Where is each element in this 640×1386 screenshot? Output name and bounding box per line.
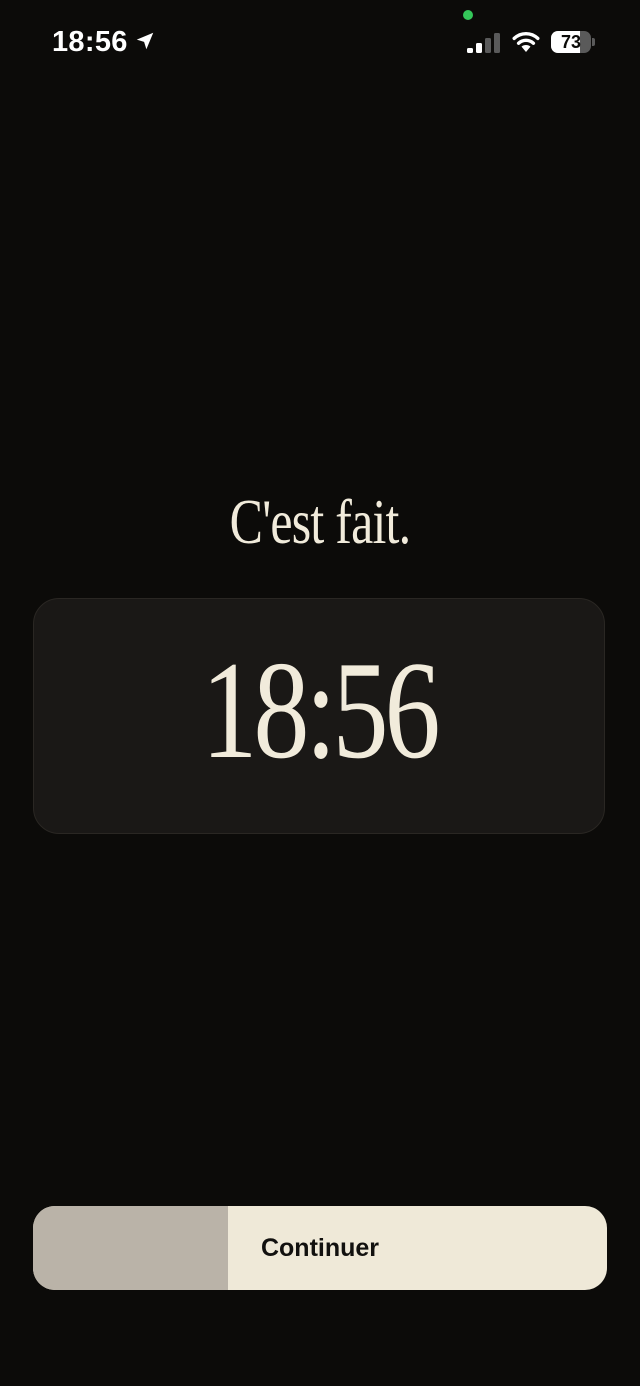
signal-bar	[476, 43, 482, 53]
page-title: C'est fait.	[229, 486, 411, 557]
status-bar: 18:56 73	[0, 0, 640, 84]
cellular-signal-icon	[467, 33, 500, 53]
continue-button-label: Continuer	[260, 1234, 380, 1262]
time-card: 18:56	[33, 598, 605, 834]
privacy-indicator-dot	[463, 10, 473, 20]
status-time: 18:56	[52, 26, 128, 58]
time-display: 18:56	[201, 633, 440, 788]
signal-bar	[494, 33, 500, 53]
battery-indicator: 73	[551, 31, 595, 53]
battery-level: 73	[560, 32, 582, 52]
wifi-icon	[512, 31, 540, 52]
battery-cap	[592, 38, 595, 46]
battery-icon: 73	[551, 31, 591, 53]
location-arrow-icon	[136, 32, 154, 50]
signal-bar	[467, 48, 473, 53]
signal-bar	[485, 38, 491, 53]
continue-button[interactable]: Continuer	[33, 1206, 607, 1290]
